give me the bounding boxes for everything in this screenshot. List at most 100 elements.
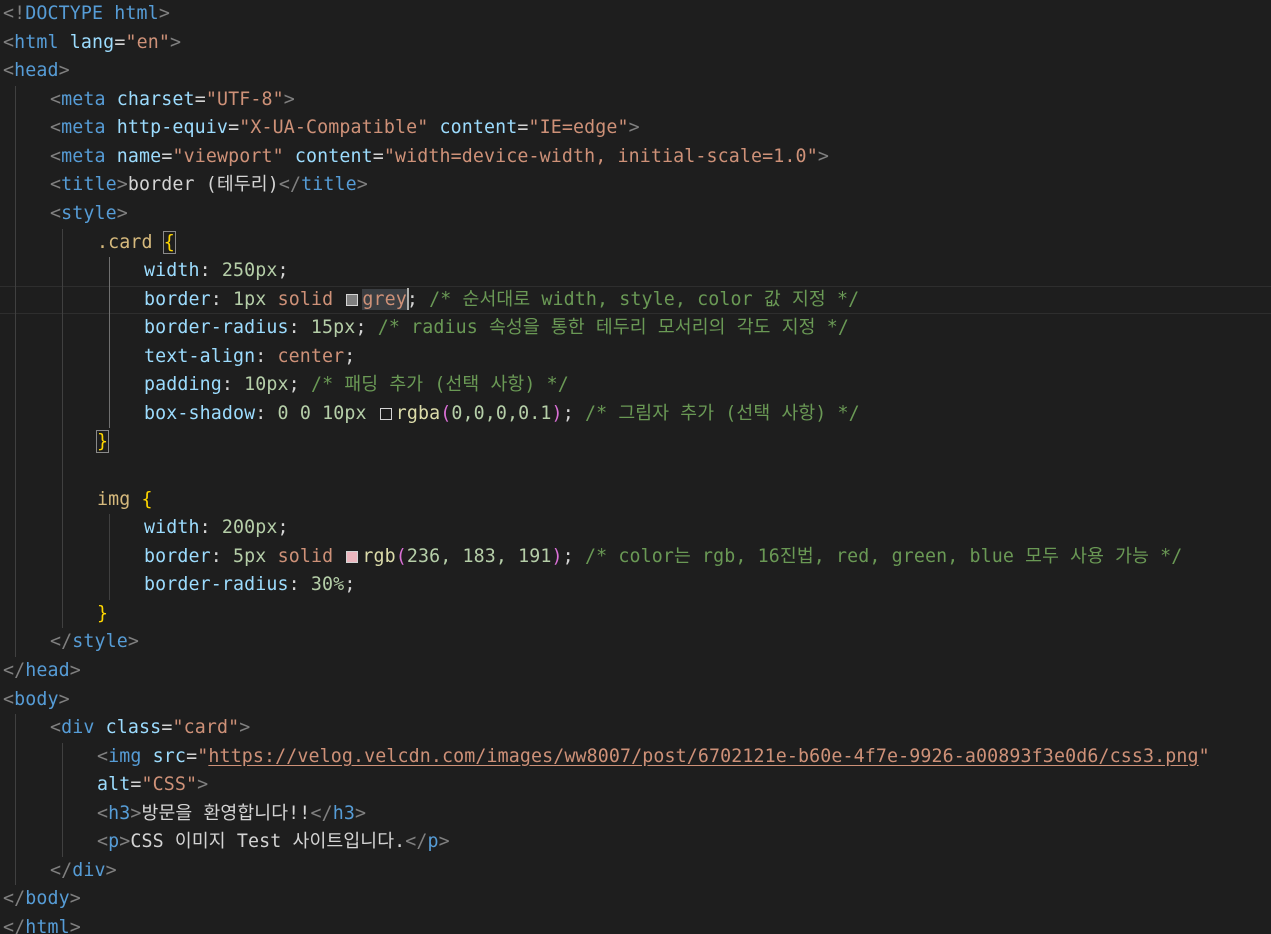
code-line[interactable]: </head> <box>0 657 1271 686</box>
code-line[interactable]: border-radius: 30%; <box>0 571 1271 600</box>
code-token: : <box>210 545 234 567</box>
code-line[interactable]: <html lang="en"> <box>0 29 1271 58</box>
code-token: border-radius <box>144 574 289 596</box>
indent-guide <box>15 714 16 743</box>
code-token: 15px <box>310 317 356 339</box>
code-token: = <box>372 145 384 167</box>
code-token: } <box>95 430 110 454</box>
indent-guide <box>109 571 110 600</box>
code-token: "viewport" <box>172 145 284 167</box>
code-token: border-radius <box>144 317 289 339</box>
code-line[interactable]: <meta http-equiv="X-UA-Compatible" conte… <box>0 114 1271 143</box>
indent-guide <box>15 399 16 429</box>
code-line[interactable]: text-align: center; <box>0 342 1271 372</box>
code-token: 10px <box>322 402 367 424</box>
code-line[interactable]: </div> <box>0 856 1271 886</box>
code-editor[interactable]: <!DOCTYPE html> <html lang="en"> <head> <me… <box>0 0 1271 934</box>
indent-guide <box>15 85 16 115</box>
indent-guide <box>15 285 16 315</box>
code-token: title <box>301 174 357 196</box>
indent-guide <box>62 342 63 372</box>
code-line[interactable]: <body> <box>0 686 1271 715</box>
code-line[interactable]: border: 5px solid rgb(236, 183, 191); /*… <box>0 542 1271 572</box>
code-line[interactable]: <title>border (테두리)</title> <box>0 171 1271 200</box>
code-token: > <box>239 717 251 739</box>
code-line[interactable]: img { <box>0 485 1271 515</box>
code-line[interactable]: <meta name="viewport" content="width=dev… <box>0 142 1271 172</box>
code-line[interactable]: width: 250px; <box>0 257 1271 286</box>
code-token: "X-UA-Compatible" <box>239 117 429 139</box>
code-line[interactable]: <head> <box>0 57 1271 86</box>
code-token: body <box>14 688 59 710</box>
code-token: "IE=edge" <box>528 117 629 139</box>
color-swatch[interactable] <box>379 407 392 420</box>
code-token: > <box>356 174 368 196</box>
code-token: { <box>141 488 153 510</box>
indent-guide <box>15 428 16 457</box>
indent-guide <box>109 314 110 343</box>
code-line[interactable] <box>0 457 1271 486</box>
code-line[interactable]: box-shadow: 0 0 10px rgba(0,0,0,0.1); /*… <box>0 399 1271 429</box>
code-line[interactable]: <img src="https://velog.velcdn.com/image… <box>0 742 1271 772</box>
code-token: width <box>144 260 200 282</box>
code-token: lang <box>69 31 115 53</box>
indent-guide <box>62 771 63 800</box>
code-token: > <box>119 831 131 853</box>
indent-guide <box>15 599 16 629</box>
code-token: : <box>288 317 311 339</box>
code-line[interactable]: <style> <box>0 199 1271 229</box>
code-token: < <box>50 88 62 110</box>
code-token: " <box>197 745 209 767</box>
code-token: width <box>144 517 200 539</box>
code-token: 0 <box>299 402 311 424</box>
code-line[interactable]: <meta charset="UTF-8"> <box>0 85 1271 115</box>
code-line[interactable]: border: 1px solid grey; /* 순서대로 width, s… <box>0 285 1271 315</box>
code-token: "en" <box>125 31 170 53</box>
code-token: ; <box>344 574 356 596</box>
code-token: ( <box>440 402 452 424</box>
code-line[interactable]: border-radius: 15px; /* radius 속성을 통한 테두… <box>0 314 1271 343</box>
code-token: ; <box>562 402 585 424</box>
code-line[interactable]: <div class="card"> <box>0 714 1271 743</box>
code-token: style <box>72 631 128 653</box>
code-line[interactable]: <h3>방문을 환영합니다!!</h3> <box>0 799 1271 829</box>
indent-guide <box>15 542 16 572</box>
code-token: </ <box>405 831 428 853</box>
indent-guide <box>15 342 16 372</box>
color-swatch[interactable] <box>346 293 359 306</box>
indent-guide <box>15 514 16 543</box>
code-token: : <box>255 345 278 367</box>
code-line[interactable]: } <box>0 599 1271 629</box>
code-line[interactable]: padding: 10px; /* 패딩 추가 (선택 사항) */ <box>0 371 1271 400</box>
code-line[interactable]: .card { <box>0 228 1271 258</box>
code-line[interactable]: width: 200px; <box>0 514 1271 543</box>
code-token: border <box>144 545 211 567</box>
code-token: https://velog.velcdn.com/images/ww8007/p… <box>208 745 1199 767</box>
color-swatch[interactable] <box>346 550 359 563</box>
code-token: meta <box>61 145 106 167</box>
code-line[interactable]: } <box>0 428 1271 457</box>
code-line[interactable]: <!DOCTYPE html> <box>0 0 1271 29</box>
code-token: 250px <box>221 260 278 282</box>
code-token: > <box>169 31 182 53</box>
code-line[interactable]: <p>CSS 이미지 Test 사이트입니다.</p> <box>0 828 1271 857</box>
indent-guide <box>62 542 63 572</box>
code-line[interactable]: </style> <box>0 628 1271 657</box>
indent-guide <box>62 828 63 857</box>
code-token: : <box>221 374 245 396</box>
code-line[interactable]: alt="CSS"> <box>0 771 1271 800</box>
code-token: solid <box>277 545 334 567</box>
code-token: ; <box>288 374 311 396</box>
indent-guide <box>15 114 16 143</box>
code-token: > <box>116 202 128 224</box>
code-line[interactable]: </html> <box>0 914 1271 934</box>
code-token: rgba <box>395 402 441 424</box>
code-token: > <box>116 174 128 196</box>
code-line[interactable]: </body> <box>0 885 1271 914</box>
code-token: ; <box>277 260 289 282</box>
code-token: ( <box>395 545 407 567</box>
code-token: img <box>97 488 131 510</box>
